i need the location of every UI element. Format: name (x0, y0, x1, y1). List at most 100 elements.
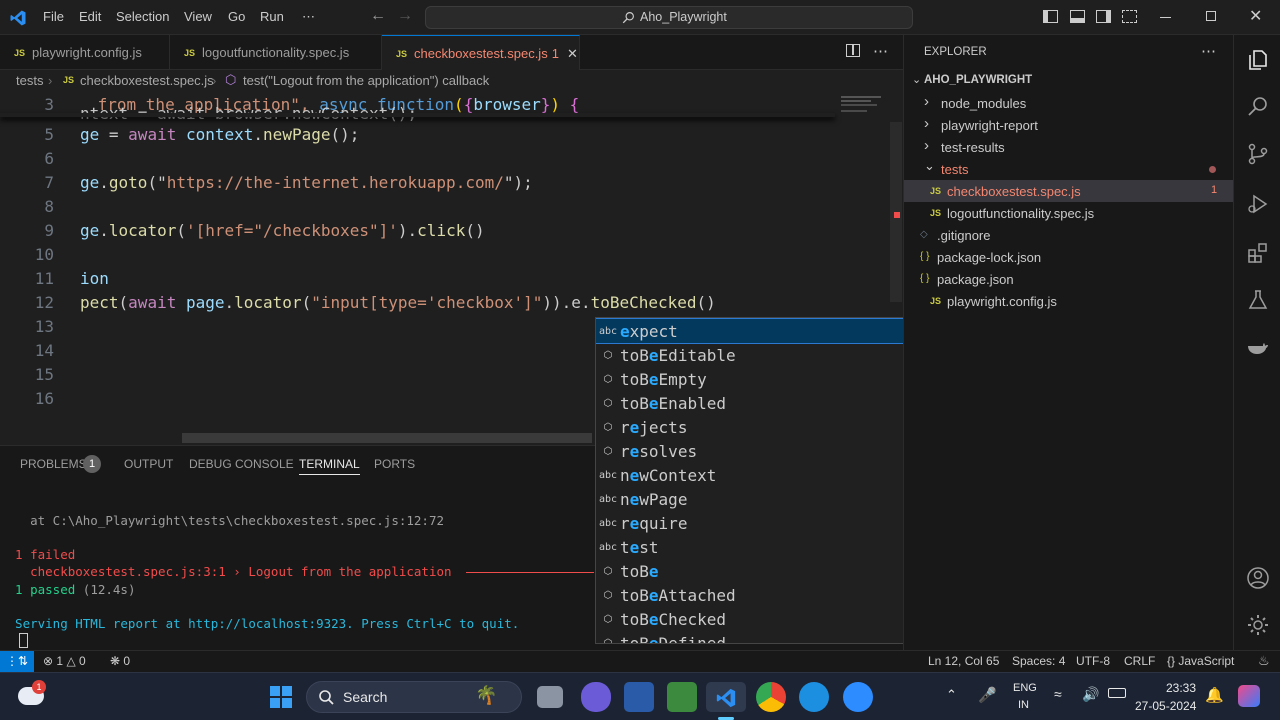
explorer-item-label[interactable]: package.json (937, 272, 1014, 287)
code-line[interactable]: ge = await context.newPage(); (80, 125, 359, 144)
language-line-2[interactable]: IN (1018, 699, 1029, 711)
menu-view[interactable]: View (184, 9, 212, 24)
accounts-icon[interactable] (1246, 566, 1270, 590)
text-word-icon: abc (598, 517, 618, 529)
source-control-icon[interactable] (1246, 142, 1270, 166)
explorer-item-label[interactable]: checkboxestest.spec.js (947, 184, 1081, 199)
testing-flask-icon[interactable] (1246, 288, 1270, 312)
code-token: () (696, 293, 716, 312)
zoom-icon[interactable] (843, 682, 873, 712)
suggestion-label-pre: toB (620, 585, 649, 605)
menu-file[interactable]: File (43, 9, 64, 24)
language-mode[interactable]: {} JavaScript (1167, 654, 1234, 668)
chrome-icon[interactable] (756, 682, 786, 712)
indentation-status[interactable]: Spaces: 4 (1012, 654, 1065, 668)
tab-playwright-config[interactable]: JS playwright.config.js (0, 35, 170, 70)
language-line-1[interactable]: ENG (1013, 682, 1037, 694)
ports-status[interactable]: ❋ 0 (110, 654, 130, 668)
forward-arrow-icon[interactable]: → (397, 7, 413, 25)
clock-time[interactable]: 23:33 (1166, 681, 1196, 695)
chevron-down-icon[interactable]: ⌄ (912, 73, 921, 86)
app-icon[interactable] (624, 682, 654, 712)
taskbar-search-label: Search (343, 689, 388, 705)
docker-whale-icon[interactable] (1246, 336, 1270, 360)
eol-status[interactable]: CRLF (1124, 654, 1155, 668)
tab-problems[interactable]: PROBLEMS (20, 457, 87, 471)
minimap[interactable] (835, 92, 891, 252)
clock-date[interactable]: 27-05-2024 (1135, 699, 1196, 713)
breadcrumb-symbol[interactable]: test("Logout from the application") call… (243, 73, 489, 88)
minimize-icon[interactable] (1160, 17, 1171, 18)
taskbar-search[interactable]: Search 🌴 (306, 681, 522, 713)
split-editor-icon[interactable] (846, 44, 860, 57)
extensions-icon[interactable] (1246, 241, 1270, 265)
menu-edit[interactable]: Edit (79, 9, 101, 24)
explorer-item-label[interactable]: tests (941, 162, 968, 177)
excel-icon[interactable] (667, 682, 697, 712)
run-debug-icon[interactable] (1246, 192, 1270, 216)
notification-bell-icon[interactable]: 🔔 (1205, 686, 1224, 704)
menu-more[interactable]: ⋯ (302, 9, 315, 25)
explorer-item-label[interactable]: playwright.config.js (947, 294, 1057, 309)
tab-checkboxestest[interactable]: JS checkboxestest.spec.js 1 ✕ (382, 35, 580, 71)
explorer-icon[interactable] (1246, 48, 1270, 72)
menu-go[interactable]: Go (228, 9, 245, 24)
copilot-icon[interactable] (1238, 685, 1260, 707)
search-icon[interactable] (1246, 95, 1270, 119)
toggle-secondary-sidebar-icon[interactable] (1096, 10, 1111, 23)
notifications-bell-icon[interactable]: ♨ (1258, 653, 1270, 669)
toggle-primary-sidebar-icon[interactable] (1043, 10, 1058, 23)
breadcrumb-folder[interactable]: tests (16, 73, 43, 88)
chevron-up-icon[interactable]: ⌃ (946, 687, 957, 703)
explorer-item-label[interactable]: logoutfunctionality.spec.js (947, 206, 1094, 221)
menu-run[interactable]: Run (260, 9, 284, 24)
tab-label: playwright.config.js (32, 45, 142, 60)
breadcrumb-file[interactable]: checkboxestest.spec.js (80, 73, 214, 88)
customize-layout-icon[interactable] (1122, 10, 1137, 23)
search-icon (319, 690, 334, 705)
battery-icon[interactable] (1108, 688, 1126, 698)
explorer-more-icon[interactable]: ⋯ (1201, 42, 1216, 60)
windows-start-icon[interactable] (270, 686, 292, 708)
toggle-panel-icon[interactable] (1070, 10, 1085, 23)
task-view-icon[interactable] (537, 686, 563, 708)
more-actions-icon[interactable]: ⋯ (873, 42, 888, 60)
teams-chat-icon[interactable] (581, 682, 611, 712)
settings-gear-icon[interactable] (1246, 613, 1270, 637)
horizontal-scrollbar[interactable] (182, 433, 592, 443)
explorer-item-label[interactable]: node_modules (941, 96, 1026, 111)
command-center-search[interactable]: Aho_Playwright (425, 6, 913, 29)
menu-selection[interactable]: Selection (116, 9, 169, 24)
explorer-item-label[interactable]: test-results (941, 140, 1005, 155)
workspace-root[interactable]: AHO_PLAYWRIGHT (924, 74, 1032, 86)
back-arrow-icon[interactable]: ← (370, 7, 386, 25)
errors-status[interactable]: ⊗ 1 △ 0 (43, 654, 86, 668)
close-window-icon[interactable]: ✕ (1249, 6, 1262, 26)
code-line[interactable]: ion (80, 269, 109, 288)
code-line[interactable]: ge.goto("https://the-internet.herokuapp.… (80, 173, 533, 192)
vscode-taskbar-icon[interactable] (706, 682, 746, 712)
terminal-passed: 1 passed (12.4s) (0, 582, 135, 597)
cursor-position[interactable]: Ln 12, Col 65 (928, 654, 999, 668)
wifi-icon[interactable]: ≈ (1054, 686, 1062, 702)
tab-logoutfunctionality[interactable]: JS logoutfunctionality.spec.js (170, 35, 382, 70)
restore-icon[interactable] (1206, 11, 1216, 21)
suggestion-label-match: e (629, 513, 640, 533)
explorer-item-label[interactable]: package-lock.json (937, 250, 1041, 265)
line-number: 9 (44, 221, 54, 240)
tab-terminal[interactable]: TERMINAL (299, 457, 360, 475)
explorer-item-label[interactable]: playwright-report (941, 118, 1038, 133)
tab-ports[interactable]: PORTS (374, 457, 415, 471)
remote-indicator-icon[interactable]: ⋮⇅ (0, 651, 34, 672)
edge-icon[interactable] (799, 682, 829, 712)
encoding-status[interactable]: UTF-8 (1076, 654, 1110, 668)
tab-debug-console[interactable]: DEBUG CONSOLE (189, 457, 294, 471)
code-line[interactable]: ge.locator('[href="/checkboxes"]').click… (80, 221, 485, 240)
tab-close-icon[interactable]: ✕ (567, 46, 578, 62)
explorer-item-label[interactable]: .gitignore (937, 228, 990, 243)
microphone-icon[interactable]: 🎤 (978, 686, 997, 704)
suggestion-label: newContext (620, 466, 716, 485)
code-line[interactable]: pect(await page.locator("input[type='che… (80, 293, 716, 312)
volume-icon[interactable]: 🔊 (1082, 686, 1099, 703)
tab-output[interactable]: OUTPUT (124, 457, 173, 471)
